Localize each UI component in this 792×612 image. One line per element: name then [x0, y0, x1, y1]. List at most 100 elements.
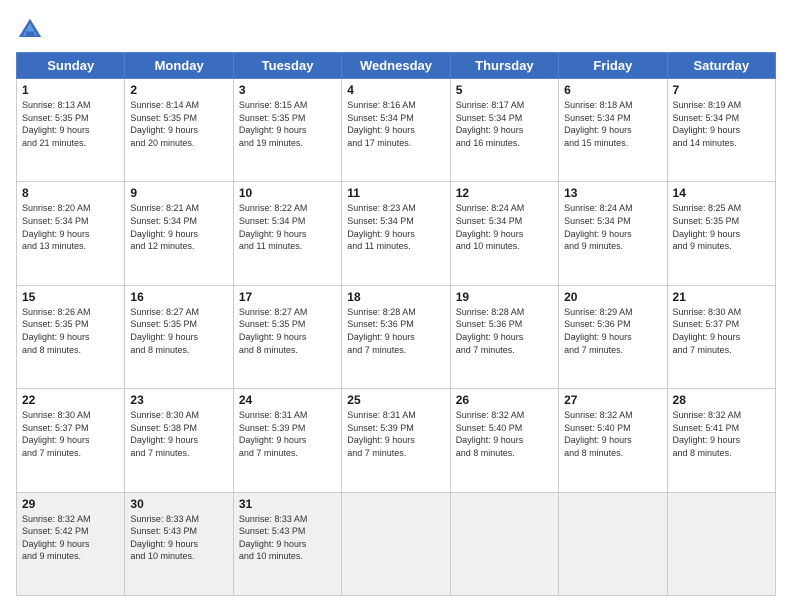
- table-row: 14 Sunrise: 8:25 AM Sunset: 5:35 PM Dayl…: [667, 182, 775, 285]
- day-number: 26: [456, 393, 553, 407]
- table-row: 1 Sunrise: 8:13 AM Sunset: 5:35 PM Dayli…: [17, 79, 125, 182]
- day-number: 30: [130, 497, 227, 511]
- day-number: 28: [673, 393, 770, 407]
- table-row: 11 Sunrise: 8:23 AM Sunset: 5:34 PM Dayl…: [342, 182, 450, 285]
- table-row: 8 Sunrise: 8:20 AM Sunset: 5:34 PM Dayli…: [17, 182, 125, 285]
- day-number: 19: [456, 290, 553, 304]
- cell-content: Sunrise: 8:20 AM Sunset: 5:34 PM Dayligh…: [22, 202, 119, 252]
- table-row: 13 Sunrise: 8:24 AM Sunset: 5:34 PM Dayl…: [559, 182, 667, 285]
- logo-icon: [16, 16, 44, 44]
- day-number: 6: [564, 83, 661, 97]
- table-row: 4 Sunrise: 8:16 AM Sunset: 5:34 PM Dayli…: [342, 79, 450, 182]
- cell-content: Sunrise: 8:14 AM Sunset: 5:35 PM Dayligh…: [130, 99, 227, 149]
- day-number: 10: [239, 186, 336, 200]
- day-number: 1: [22, 83, 119, 97]
- cell-content: Sunrise: 8:15 AM Sunset: 5:35 PM Dayligh…: [239, 99, 336, 149]
- day-number: 29: [22, 497, 119, 511]
- day-number: 21: [673, 290, 770, 304]
- table-row: 10 Sunrise: 8:22 AM Sunset: 5:34 PM Dayl…: [233, 182, 341, 285]
- day-number: 25: [347, 393, 444, 407]
- cell-content: Sunrise: 8:28 AM Sunset: 5:36 PM Dayligh…: [347, 306, 444, 356]
- col-saturday: Saturday: [667, 53, 775, 79]
- col-tuesday: Tuesday: [233, 53, 341, 79]
- table-row: 9 Sunrise: 8:21 AM Sunset: 5:34 PM Dayli…: [125, 182, 233, 285]
- cell-content: Sunrise: 8:17 AM Sunset: 5:34 PM Dayligh…: [456, 99, 553, 149]
- calendar-week-row: 1 Sunrise: 8:13 AM Sunset: 5:35 PM Dayli…: [17, 79, 776, 182]
- table-row: 21 Sunrise: 8:30 AM Sunset: 5:37 PM Dayl…: [667, 285, 775, 388]
- day-number: 7: [673, 83, 770, 97]
- cell-content: Sunrise: 8:29 AM Sunset: 5:36 PM Dayligh…: [564, 306, 661, 356]
- table-row: 30 Sunrise: 8:33 AM Sunset: 5:43 PM Dayl…: [125, 492, 233, 595]
- cell-content: Sunrise: 8:22 AM Sunset: 5:34 PM Dayligh…: [239, 202, 336, 252]
- day-number: 9: [130, 186, 227, 200]
- table-row: 7 Sunrise: 8:19 AM Sunset: 5:34 PM Dayli…: [667, 79, 775, 182]
- table-row: 20 Sunrise: 8:29 AM Sunset: 5:36 PM Dayl…: [559, 285, 667, 388]
- empty-cell: [667, 492, 775, 595]
- cell-content: Sunrise: 8:32 AM Sunset: 5:40 PM Dayligh…: [456, 409, 553, 459]
- cell-content: Sunrise: 8:30 AM Sunset: 5:37 PM Dayligh…: [673, 306, 770, 356]
- empty-cell: [342, 492, 450, 595]
- table-row: 25 Sunrise: 8:31 AM Sunset: 5:39 PM Dayl…: [342, 389, 450, 492]
- day-number: 13: [564, 186, 661, 200]
- cell-content: Sunrise: 8:25 AM Sunset: 5:35 PM Dayligh…: [673, 202, 770, 252]
- cell-content: Sunrise: 8:19 AM Sunset: 5:34 PM Dayligh…: [673, 99, 770, 149]
- cell-content: Sunrise: 8:27 AM Sunset: 5:35 PM Dayligh…: [239, 306, 336, 356]
- table-row: 28 Sunrise: 8:32 AM Sunset: 5:41 PM Dayl…: [667, 389, 775, 492]
- day-number: 12: [456, 186, 553, 200]
- cell-content: Sunrise: 8:18 AM Sunset: 5:34 PM Dayligh…: [564, 99, 661, 149]
- table-row: 18 Sunrise: 8:28 AM Sunset: 5:36 PM Dayl…: [342, 285, 450, 388]
- calendar-week-row: 8 Sunrise: 8:20 AM Sunset: 5:34 PM Dayli…: [17, 182, 776, 285]
- table-row: 31 Sunrise: 8:33 AM Sunset: 5:43 PM Dayl…: [233, 492, 341, 595]
- cell-content: Sunrise: 8:26 AM Sunset: 5:35 PM Dayligh…: [22, 306, 119, 356]
- day-number: 16: [130, 290, 227, 304]
- table-row: 26 Sunrise: 8:32 AM Sunset: 5:40 PM Dayl…: [450, 389, 558, 492]
- cell-content: Sunrise: 8:33 AM Sunset: 5:43 PM Dayligh…: [130, 513, 227, 563]
- calendar-week-row: 29 Sunrise: 8:32 AM Sunset: 5:42 PM Dayl…: [17, 492, 776, 595]
- day-number: 17: [239, 290, 336, 304]
- table-row: 2 Sunrise: 8:14 AM Sunset: 5:35 PM Dayli…: [125, 79, 233, 182]
- day-number: 18: [347, 290, 444, 304]
- col-thursday: Thursday: [450, 53, 558, 79]
- cell-content: Sunrise: 8:27 AM Sunset: 5:35 PM Dayligh…: [130, 306, 227, 356]
- cell-content: Sunrise: 8:30 AM Sunset: 5:38 PM Dayligh…: [130, 409, 227, 459]
- calendar-week-row: 15 Sunrise: 8:26 AM Sunset: 5:35 PM Dayl…: [17, 285, 776, 388]
- day-number: 20: [564, 290, 661, 304]
- day-number: 5: [456, 83, 553, 97]
- cell-content: Sunrise: 8:32 AM Sunset: 5:41 PM Dayligh…: [673, 409, 770, 459]
- table-row: 16 Sunrise: 8:27 AM Sunset: 5:35 PM Dayl…: [125, 285, 233, 388]
- day-number: 2: [130, 83, 227, 97]
- calendar: Sunday Monday Tuesday Wednesday Thursday…: [16, 52, 776, 596]
- cell-content: Sunrise: 8:16 AM Sunset: 5:34 PM Dayligh…: [347, 99, 444, 149]
- cell-content: Sunrise: 8:24 AM Sunset: 5:34 PM Dayligh…: [456, 202, 553, 252]
- cell-content: Sunrise: 8:30 AM Sunset: 5:37 PM Dayligh…: [22, 409, 119, 459]
- day-number: 22: [22, 393, 119, 407]
- cell-content: Sunrise: 8:24 AM Sunset: 5:34 PM Dayligh…: [564, 202, 661, 252]
- cell-content: Sunrise: 8:32 AM Sunset: 5:40 PM Dayligh…: [564, 409, 661, 459]
- day-number: 23: [130, 393, 227, 407]
- page: Sunday Monday Tuesday Wednesday Thursday…: [0, 0, 792, 612]
- cell-content: Sunrise: 8:28 AM Sunset: 5:36 PM Dayligh…: [456, 306, 553, 356]
- day-number: 11: [347, 186, 444, 200]
- table-row: 22 Sunrise: 8:30 AM Sunset: 5:37 PM Dayl…: [17, 389, 125, 492]
- table-row: 23 Sunrise: 8:30 AM Sunset: 5:38 PM Dayl…: [125, 389, 233, 492]
- day-number: 15: [22, 290, 119, 304]
- table-row: 5 Sunrise: 8:17 AM Sunset: 5:34 PM Dayli…: [450, 79, 558, 182]
- calendar-header-row: Sunday Monday Tuesday Wednesday Thursday…: [17, 53, 776, 79]
- cell-content: Sunrise: 8:23 AM Sunset: 5:34 PM Dayligh…: [347, 202, 444, 252]
- cell-content: Sunrise: 8:31 AM Sunset: 5:39 PM Dayligh…: [347, 409, 444, 459]
- table-row: 17 Sunrise: 8:27 AM Sunset: 5:35 PM Dayl…: [233, 285, 341, 388]
- cell-content: Sunrise: 8:32 AM Sunset: 5:42 PM Dayligh…: [22, 513, 119, 563]
- table-row: 12 Sunrise: 8:24 AM Sunset: 5:34 PM Dayl…: [450, 182, 558, 285]
- logo: [16, 16, 48, 44]
- header: [16, 16, 776, 44]
- col-wednesday: Wednesday: [342, 53, 450, 79]
- cell-content: Sunrise: 8:33 AM Sunset: 5:43 PM Dayligh…: [239, 513, 336, 563]
- empty-cell: [450, 492, 558, 595]
- table-row: 29 Sunrise: 8:32 AM Sunset: 5:42 PM Dayl…: [17, 492, 125, 595]
- cell-content: Sunrise: 8:21 AM Sunset: 5:34 PM Dayligh…: [130, 202, 227, 252]
- table-row: 27 Sunrise: 8:32 AM Sunset: 5:40 PM Dayl…: [559, 389, 667, 492]
- day-number: 31: [239, 497, 336, 511]
- day-number: 24: [239, 393, 336, 407]
- table-row: 15 Sunrise: 8:26 AM Sunset: 5:35 PM Dayl…: [17, 285, 125, 388]
- calendar-week-row: 22 Sunrise: 8:30 AM Sunset: 5:37 PM Dayl…: [17, 389, 776, 492]
